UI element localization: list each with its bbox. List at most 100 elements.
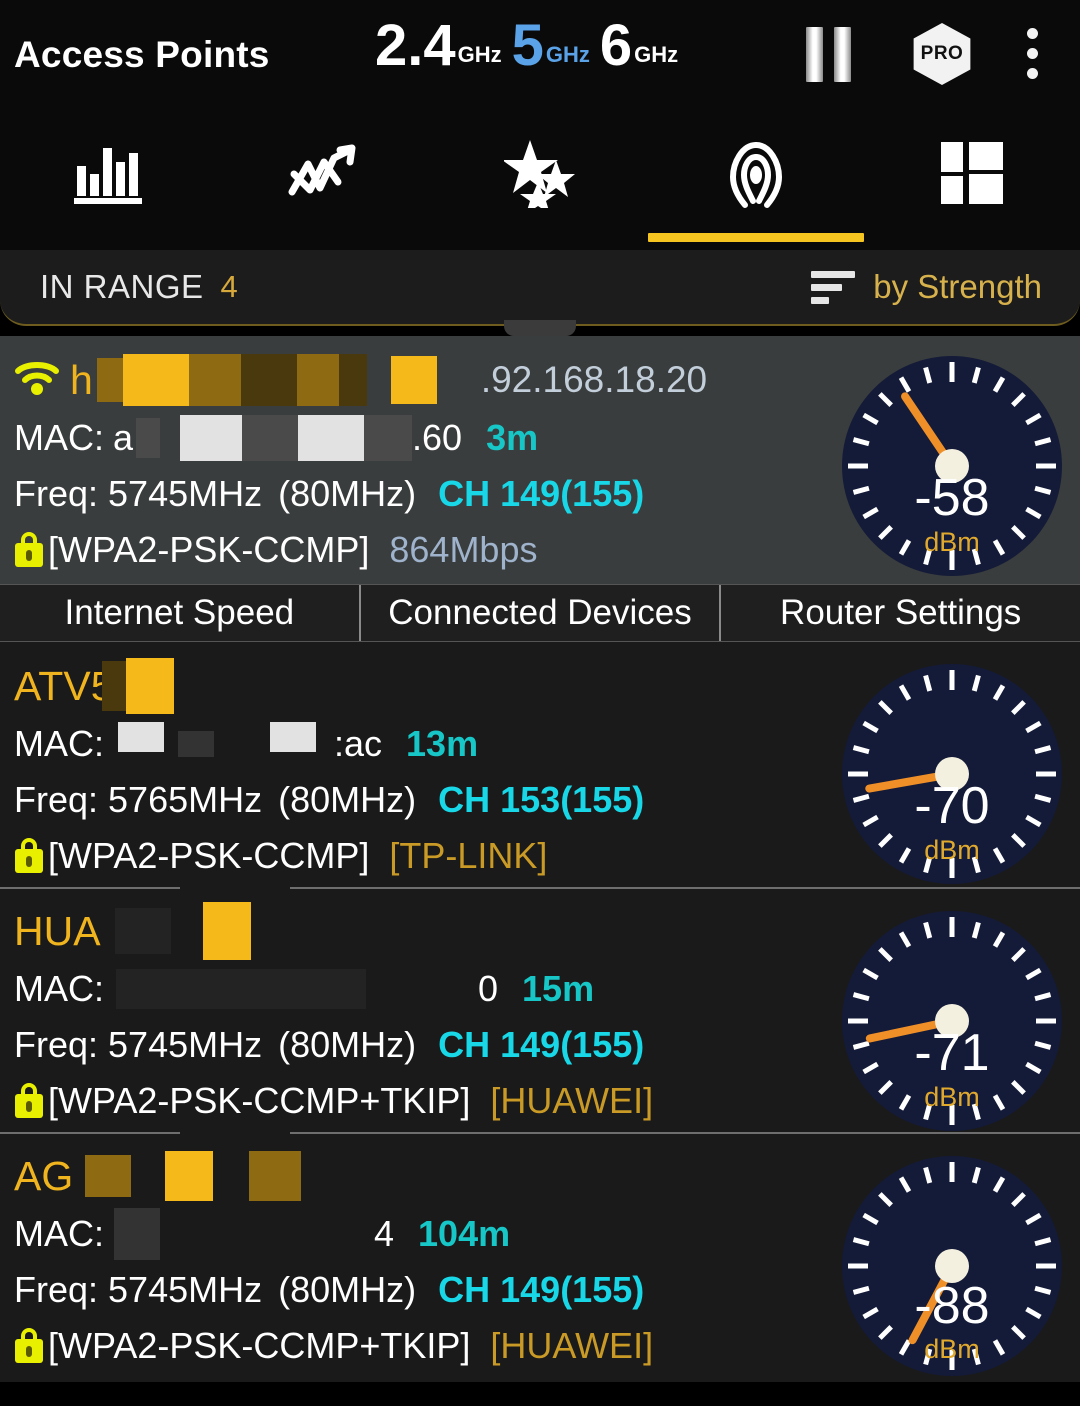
overflow-menu-icon[interactable] (1027, 28, 1038, 79)
channel-value: CH 153(155) (438, 779, 645, 820)
band-2-4ghz-number: 2.4 (375, 13, 456, 78)
row-separator (0, 1132, 1080, 1134)
band-6ghz-number: 6 (599, 13, 633, 78)
redaction-block (165, 1151, 214, 1201)
redaction-block (114, 1208, 160, 1260)
ssid-label: HUA (14, 907, 101, 954)
tab-access-points[interactable] (648, 118, 864, 250)
band-5ghz[interactable]: 5 GHz (512, 16, 590, 74)
link-speed: 864Mbps (389, 529, 538, 570)
redaction-block (296, 354, 339, 406)
redaction-block (178, 731, 214, 757)
signal-gauge: -70 dBm (840, 662, 1064, 886)
bar-chart-icon (71, 140, 145, 211)
redaction-block (242, 415, 299, 461)
vendor-label: [TP-LINK] (389, 835, 548, 876)
mac-visible-tail: .60 (412, 417, 463, 458)
tab-tiles[interactable] (864, 118, 1080, 250)
row-separator (0, 887, 1080, 889)
redaction-block (240, 354, 297, 406)
mac-label: MAC: (14, 968, 104, 1009)
signal-dbm-value: -58 (914, 469, 990, 527)
mac-label: MAC: (14, 723, 104, 764)
mac-visible-tail: :ac (334, 723, 383, 764)
pro-badge-icon[interactable]: PRO (909, 23, 975, 85)
tab-bar (0, 118, 1080, 250)
vendor-label: [HUAWEI] (490, 1080, 654, 1121)
wifi-analyzer-screen: Access Points 2.4 GHz 5 GHz 6 GHz PRO IN… (0, 0, 1080, 1406)
redaction-block (126, 658, 175, 714)
channel-width: (80MHz) (278, 779, 417, 820)
tab-rating[interactable] (432, 118, 648, 250)
security-value: [WPA2-PSK-CCMP] (48, 835, 370, 876)
freq-label: Freq: (14, 1269, 99, 1310)
redaction-block (338, 354, 367, 406)
line-chart-icon (288, 142, 360, 209)
band-5ghz-unit: GHz (545, 42, 590, 68)
connected-devices-button[interactable]: Connected Devices (360, 585, 722, 641)
sort-icon[interactable] (811, 270, 856, 304)
distance-value: 15m (522, 968, 595, 1009)
tab-channel-graph[interactable] (0, 118, 216, 250)
redaction-block (102, 661, 127, 711)
sort-by-button[interactable]: by Strength (873, 268, 1042, 306)
wifi-signal-icon (14, 360, 60, 401)
signal-gauge: -58 dBm (840, 354, 1064, 578)
channel-width: (80MHz) (278, 1024, 417, 1065)
internet-speed-button[interactable]: Internet Speed (0, 585, 361, 641)
router-settings-button[interactable]: Router Settings (721, 585, 1080, 641)
stars-icon (502, 138, 576, 214)
band-6ghz[interactable]: 6 GHz (599, 13, 678, 78)
signal-dbm-value: -70 (914, 777, 990, 835)
distance-value: 13m (406, 723, 479, 764)
redaction-block (118, 722, 164, 752)
freq-value: 5745MHz (108, 1024, 263, 1065)
signal-gauge: -88 dBm (840, 1154, 1064, 1378)
signal-dbm-unit: dBm (924, 1082, 980, 1112)
channel-value: CH 149(155) (438, 1269, 645, 1310)
redaction-block (188, 354, 241, 406)
access-point-icon (720, 137, 792, 214)
in-range-label: IN RANGE (40, 268, 204, 305)
lock-icon (14, 532, 44, 568)
band-selector[interactable]: 2.4 GHz 5 GHz 6 GHz (375, 13, 688, 78)
distance-value: 3m (486, 417, 539, 458)
lock-icon (14, 1328, 44, 1364)
freq-value: 5745MHz (108, 473, 263, 514)
mac-label: MAC: (14, 417, 104, 458)
security-value: [WPA2-PSK-CCMP+TKIP] (48, 1080, 471, 1121)
access-point-row[interactable]: ATV5g MAC: :ac 13m Freq: 5765MHz (80MHz) (0, 642, 1080, 887)
redaction-block (136, 418, 161, 458)
freq-label: Freq: (14, 1024, 99, 1065)
signal-dbm-value: -71 (914, 1024, 990, 1082)
tab-time-graph[interactable] (216, 118, 432, 250)
band-2-4ghz[interactable]: 2.4 GHz (375, 13, 502, 78)
vendor-label: [HUAWEI] (490, 1325, 654, 1366)
ssid-label: h (70, 356, 93, 403)
scroll-handle[interactable] (504, 320, 576, 336)
pro-badge-label: PRO (920, 43, 964, 64)
security-value: [WPA2-PSK-CCMP+TKIP] (48, 1325, 471, 1366)
pause-icon[interactable] (806, 27, 851, 82)
redaction-block (298, 415, 365, 461)
band-2-4ghz-unit: GHz (457, 42, 502, 68)
ip-address: .92.168.18.20 (480, 359, 708, 400)
access-point-row[interactable]: h .92.168.18.20 MAC: a .60 3m Freq: 5745… (0, 336, 1080, 584)
signal-dbm-unit: dBm (924, 1334, 980, 1364)
channel-width: (80MHz) (278, 473, 417, 514)
in-range-count: 4 (220, 269, 238, 304)
ssid-label: AG (14, 1152, 74, 1199)
lock-icon (14, 838, 44, 874)
signal-dbm-value: -88 (914, 1277, 990, 1335)
redaction-block (364, 415, 413, 461)
top-app-bar: Access Points 2.4 GHz 5 GHz 6 GHz PRO (0, 0, 1080, 118)
redaction-block (114, 908, 171, 954)
security-value: [WPA2-PSK-CCMP] (48, 529, 370, 570)
connected-actions: Internet Speed Connected Devices Router … (0, 584, 1080, 642)
freq-label: Freq: (14, 473, 99, 514)
signal-dbm-unit: dBm (924, 527, 980, 557)
signal-dbm-unit: dBm (924, 835, 980, 865)
access-point-row[interactable]: AG MAC: 4 104m Freq: 5745MHz (80MHz) CH … (0, 1132, 1080, 1382)
access-point-row[interactable]: HUA MAC: 0 15m Freq: 5745MHz (80MHz) CH … (0, 887, 1080, 1132)
signal-gauge: -71 dBm (840, 909, 1064, 1133)
